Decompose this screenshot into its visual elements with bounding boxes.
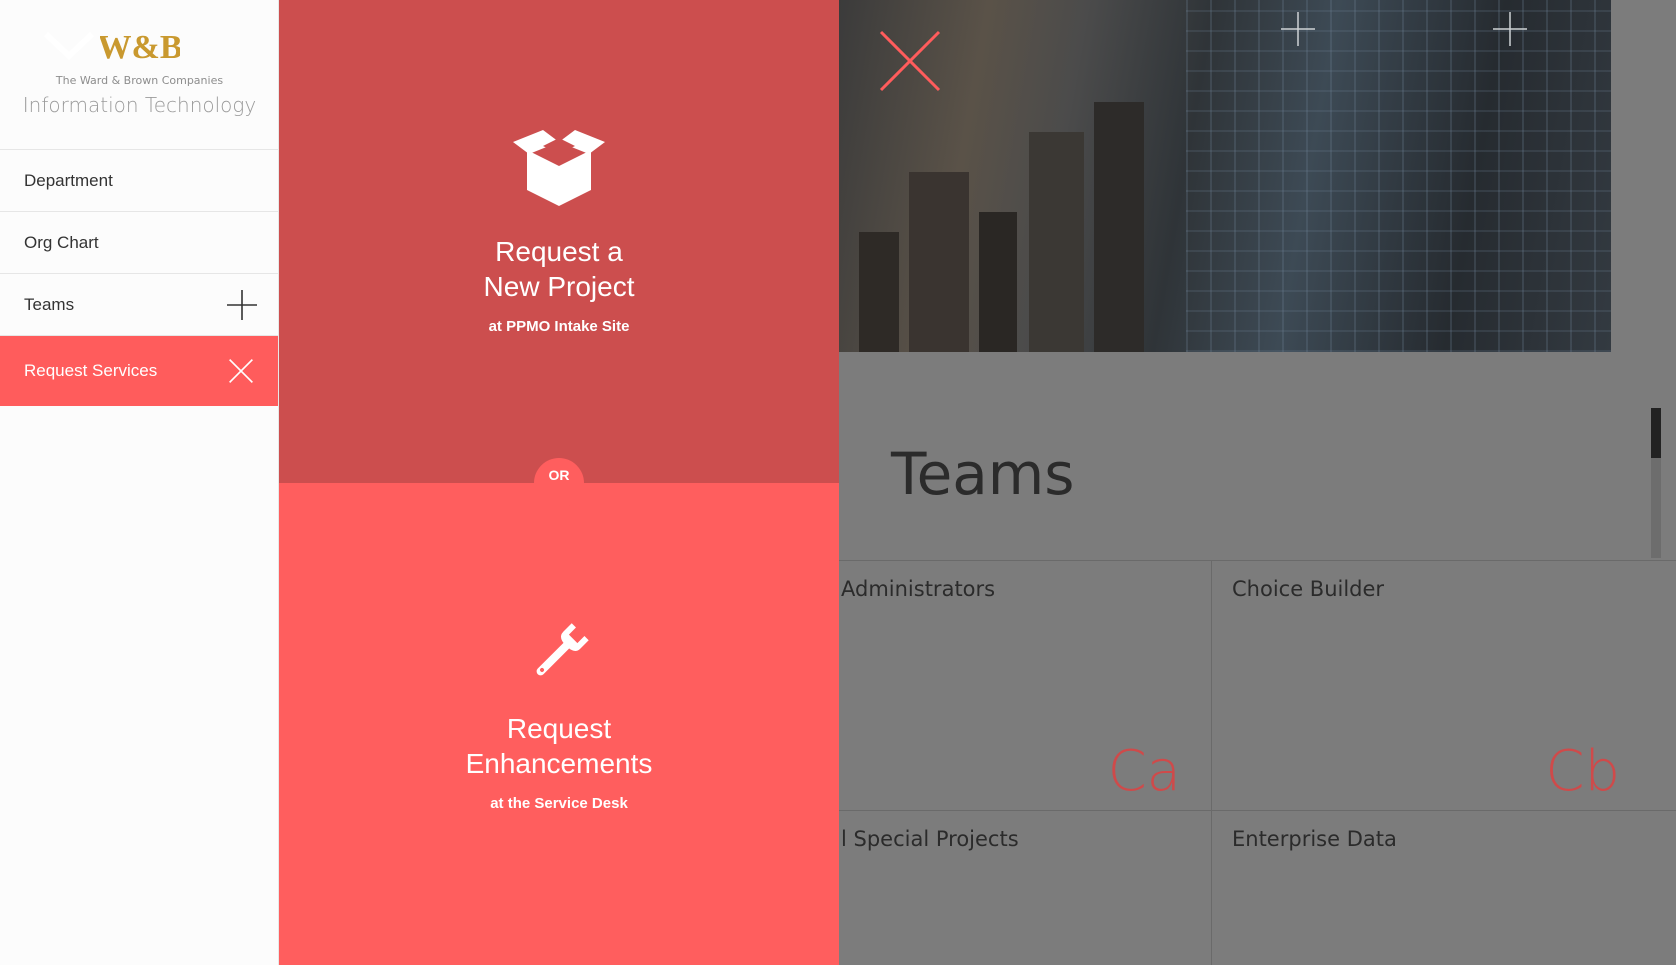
scrollbar[interactable] — [1651, 408, 1661, 558]
request-project-content: Request a New Project at PPMO Intake Sit… — [279, 128, 839, 335]
team-card[interactable]: Administrators Ca — [839, 561, 1211, 810]
nav-item-teams[interactable]: Teams — [0, 274, 278, 336]
team-name: Choice Builder — [1232, 577, 1385, 601]
close-icon[interactable] — [879, 30, 941, 92]
company-name: The Ward & Brown Companies — [55, 74, 224, 87]
plus-icon — [1493, 12, 1527, 46]
team-card[interactable]: Enterprise Data — [1212, 811, 1650, 965]
nav-item-request-services[interactable]: Request Services — [0, 336, 278, 406]
section-title: Teams — [891, 440, 1075, 508]
hero-image — [839, 0, 1611, 352]
team-name: Enterprise Data — [1232, 827, 1397, 851]
request-enhancements-content: Request Enhancements at the Service Desk — [279, 621, 839, 812]
request-enhancements-title-line1: Request — [506, 713, 612, 744]
building-shape — [979, 212, 1017, 352]
request-project-tile[interactable]: Request a New Project at PPMO Intake Sit… — [279, 0, 839, 483]
nav-item-org-chart[interactable]: Org Chart — [0, 212, 278, 274]
building-shape — [859, 232, 899, 352]
glass-facade — [1186, 0, 1611, 352]
request-project-title: Request a New Project — [279, 234, 839, 304]
team-name: l Special Projects — [841, 827, 1019, 851]
request-services-panel: Request a New Project at PPMO Intake Sit… — [279, 0, 839, 965]
nav-item-department[interactable]: Department — [0, 150, 278, 212]
team-abbr: Ca — [1107, 739, 1181, 804]
building-shape — [1029, 132, 1084, 352]
or-badge: OR — [534, 458, 584, 508]
team-abbr: Cb — [1545, 739, 1620, 804]
team-name: Administrators — [841, 577, 996, 601]
brand-header: W&B The Ward & Brown Companies Informati… — [0, 0, 278, 150]
sidebar: W&B The Ward & Brown Companies Informati… — [0, 0, 279, 965]
teams-page: Teams Administrators Ca Choice Builder C… — [839, 0, 1676, 965]
plus-icon[interactable] — [226, 289, 258, 321]
request-enhancements-title: Request Enhancements — [279, 711, 839, 781]
box-icon — [513, 130, 605, 206]
svg-text:W&B: W&B — [100, 29, 180, 66]
team-card[interactable]: Choice Builder Cb — [1212, 561, 1650, 810]
nav-item-label: Teams — [24, 294, 75, 314]
request-project-title-line2: New Project — [483, 271, 635, 302]
building-shape — [1094, 102, 1144, 352]
department-title: Information Technology — [22, 93, 257, 117]
team-card[interactable]: l Special Projects — [839, 811, 1211, 965]
wb-logo[interactable]: W&B — [100, 26, 180, 66]
wrench-icon — [536, 623, 589, 676]
request-enhancements-tile[interactable]: Request Enhancements at the Service Desk — [279, 483, 839, 965]
request-enhancements-title-line2: Enhancements — [465, 748, 653, 779]
request-project-title-line1: Request a — [495, 236, 623, 267]
request-enhancements-subtitle: at the Service Desk — [490, 795, 628, 812]
close-icon[interactable] — [228, 358, 254, 384]
scrollbar-thumb[interactable] — [1651, 408, 1661, 458]
nav-item-label: Request Services — [24, 361, 158, 380]
nav-item-label: Department — [24, 170, 113, 190]
app-root: W&B The Ward & Brown Companies Informati… — [0, 0, 1676, 965]
nav-item-label: Org Chart — [24, 232, 99, 252]
building-shape — [909, 172, 969, 352]
request-project-subtitle: at PPMO Intake Site — [488, 318, 630, 335]
chevron-logo-icon — [44, 31, 94, 60]
plus-icon — [1281, 12, 1315, 46]
